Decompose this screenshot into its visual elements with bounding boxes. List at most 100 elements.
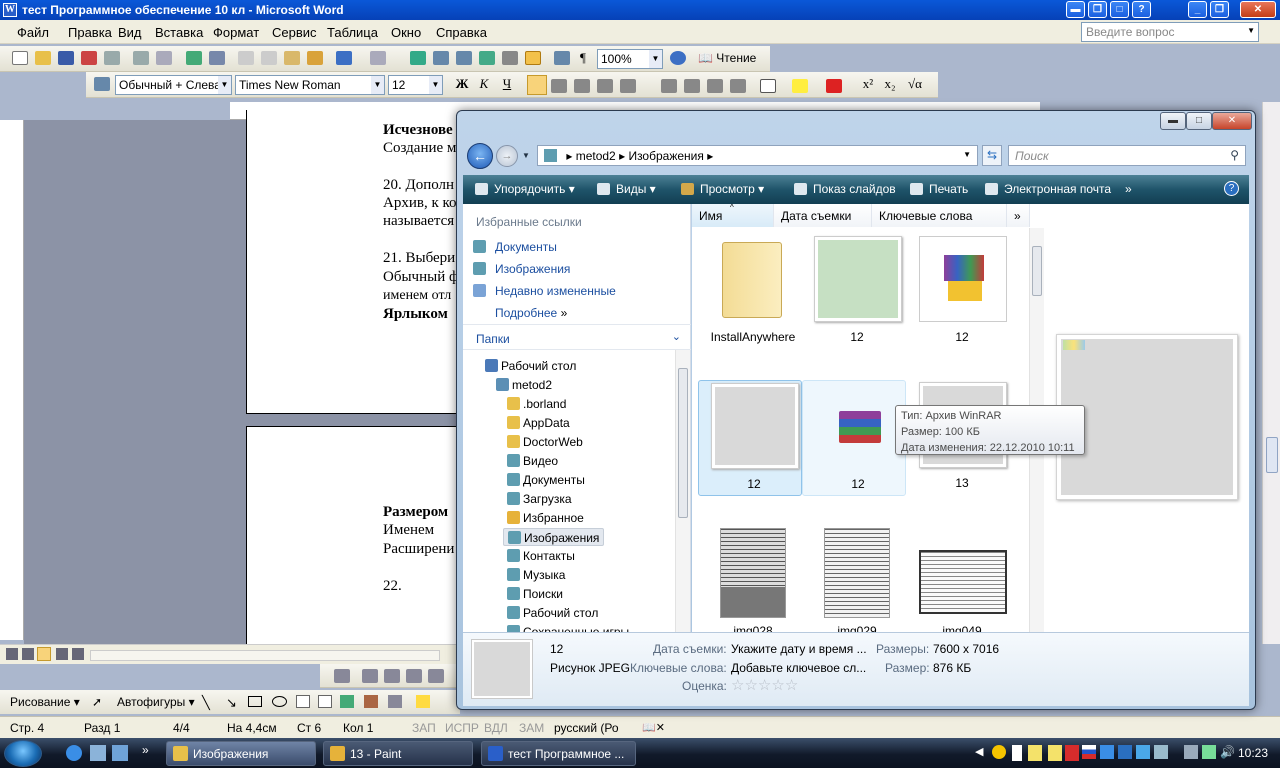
tree-item[interactable]: Загрузка [503, 490, 576, 508]
tree-item[interactable]: Рабочий стол [503, 604, 602, 622]
chevron-down-icon[interactable]: ▼ [649, 50, 662, 68]
explorer-maximize-button[interactable]: □ [1186, 112, 1212, 130]
menu-help[interactable]: Справка [436, 25, 487, 40]
details-keywords-value[interactable]: Добавьте ключевое сл... [731, 661, 866, 675]
subscript-button[interactable]: x₂ [880, 74, 900, 94]
tray-network-icon[interactable] [1100, 745, 1114, 759]
web-view-icon[interactable] [22, 648, 34, 660]
decrease-indent-icon[interactable] [707, 79, 723, 93]
tables-borders-icon[interactable] [433, 51, 449, 65]
tree-item[interactable]: AppData [503, 414, 574, 432]
rating-stars[interactable]: ☆☆☆☆☆ [731, 676, 798, 694]
chevron-down-icon[interactable]: ▼ [1247, 26, 1255, 35]
menu-edit[interactable]: Правка [68, 25, 112, 40]
tree-item[interactable]: Изображения [503, 528, 605, 546]
paste-icon[interactable] [284, 51, 300, 65]
insert-excel-icon[interactable] [479, 51, 495, 65]
favorite-pictures[interactable]: Изображения [495, 262, 570, 276]
tray-monitor-icon[interactable] [1184, 745, 1198, 759]
open-icon[interactable] [35, 51, 51, 65]
status-rec[interactable]: ЗАП [412, 721, 436, 735]
print-quick-icon[interactable] [156, 51, 172, 65]
tree-item[interactable]: Рабочий стол [481, 357, 580, 375]
email-button[interactable]: Электронная почта [985, 182, 1111, 196]
status-extend[interactable]: ВДЛ [484, 721, 508, 735]
horizontal-scrollbar[interactable] [90, 650, 440, 661]
word-vertical-scrollbar[interactable] [1262, 102, 1280, 644]
redo-icon[interactable] [370, 51, 386, 65]
menu-insert[interactable]: Вставка [155, 25, 203, 40]
tray-notes-icon[interactable] [1048, 745, 1062, 761]
superscript-button[interactable]: x² [858, 74, 878, 94]
font-size-combo[interactable]: 12 ▼ [388, 75, 443, 95]
more-commands-button[interactable]: » [1125, 182, 1132, 196]
quicklaunch-more-icon[interactable]: » [142, 743, 149, 757]
chevron-down-icon[interactable]: ⌄ [672, 330, 681, 343]
format-painter-icon[interactable] [307, 51, 323, 65]
recent-pages-icon[interactable]: ▼ [522, 151, 530, 160]
favorite-documents[interactable]: Документы [495, 240, 557, 254]
file-tile[interactable]: 12 [698, 380, 802, 496]
tree-item[interactable]: Музыка [503, 566, 569, 584]
picture-icon[interactable] [388, 695, 402, 708]
font-combo[interactable]: Times New Roman ▼ [235, 75, 385, 95]
zoom-combo[interactable]: 100% ▼ [597, 49, 663, 69]
oval-icon[interactable] [272, 696, 287, 707]
status-track[interactable]: ИСПР [445, 721, 479, 735]
task-word[interactable]: тест Программное ... [481, 741, 636, 766]
task-paint[interactable]: 13 - Paint [323, 741, 473, 766]
minimize-button[interactable]: ▬ [1066, 1, 1085, 18]
tree-scrollbar[interactable] [675, 350, 690, 632]
print-button[interactable]: Печать [910, 182, 968, 196]
insert-table-icon[interactable] [456, 51, 472, 65]
file-tile[interactable]: 12 [802, 234, 906, 350]
views-button[interactable]: Виды ▾ [597, 182, 656, 196]
preview-button[interactable]: Просмотр ▾ [681, 182, 764, 196]
print-icon[interactable] [104, 51, 120, 65]
chevron-down-icon[interactable]: ▼ [218, 76, 231, 94]
fill-color-icon[interactable] [416, 695, 430, 708]
favorite-recent[interactable]: Недавно измененные [495, 284, 616, 298]
contrast-icon[interactable] [384, 669, 400, 683]
slideshow-button[interactable]: Показ слайдов [794, 182, 896, 196]
doc-restore-button[interactable]: ❐ [1210, 1, 1229, 18]
warning-icon[interactable] [992, 745, 1006, 759]
volume-icon[interactable]: 🔊 [1220, 745, 1235, 759]
permission-icon[interactable] [81, 51, 97, 65]
vertical-ruler[interactable] [0, 120, 24, 640]
italic-button[interactable]: К [474, 74, 494, 94]
autoshapes-menu[interactable]: Автофигуры ▾ [117, 695, 195, 709]
font-color-icon[interactable] [826, 79, 842, 93]
column-more[interactable]: » [1007, 204, 1030, 227]
star-icon[interactable]: ☆ [785, 677, 798, 694]
breadcrumb-images[interactable]: Изображения [628, 149, 703, 163]
maximize-button[interactable]: □ [1110, 1, 1129, 18]
file-tile[interactable]: 12 [907, 234, 1011, 350]
textbox-icon[interactable] [296, 695, 310, 708]
tray-app-icon[interactable] [1154, 745, 1168, 759]
explorer-close-button[interactable]: ✕ [1212, 112, 1252, 130]
crop-icon[interactable] [428, 669, 444, 683]
menu-format[interactable]: Формат [213, 25, 259, 40]
columns-icon[interactable] [502, 51, 518, 65]
star-icon[interactable]: ☆ [771, 677, 784, 694]
file-tile[interactable]: img029 [802, 528, 906, 632]
tree-item[interactable]: DoctorWeb [503, 433, 587, 451]
align-right-icon[interactable] [574, 79, 590, 93]
tray-power-icon[interactable] [1202, 745, 1216, 759]
arrow-icon[interactable]: ↘ [226, 695, 237, 711]
bold-button[interactable]: Ж [452, 74, 472, 94]
style-combo[interactable]: Обычный + Слева ▼ [115, 75, 232, 95]
tray-doc-icon[interactable] [1012, 745, 1022, 761]
tree-item[interactable]: Сохраненные игры [503, 623, 633, 632]
folders-header-bar[interactable]: Папки ⌄ [463, 324, 691, 350]
menu-file[interactable]: Файл [17, 25, 49, 40]
outline-view-icon[interactable] [56, 648, 68, 660]
refresh-icon[interactable]: ⇆ [982, 145, 1002, 166]
language-flag-icon[interactable] [1082, 745, 1096, 759]
new-icon[interactable] [12, 51, 28, 65]
star-icon[interactable]: ☆ [744, 677, 757, 694]
select-objects-icon[interactable]: ➚ [92, 695, 102, 709]
ie-quicklaunch-icon[interactable] [66, 745, 82, 761]
task-images[interactable]: Изображения [166, 741, 316, 766]
